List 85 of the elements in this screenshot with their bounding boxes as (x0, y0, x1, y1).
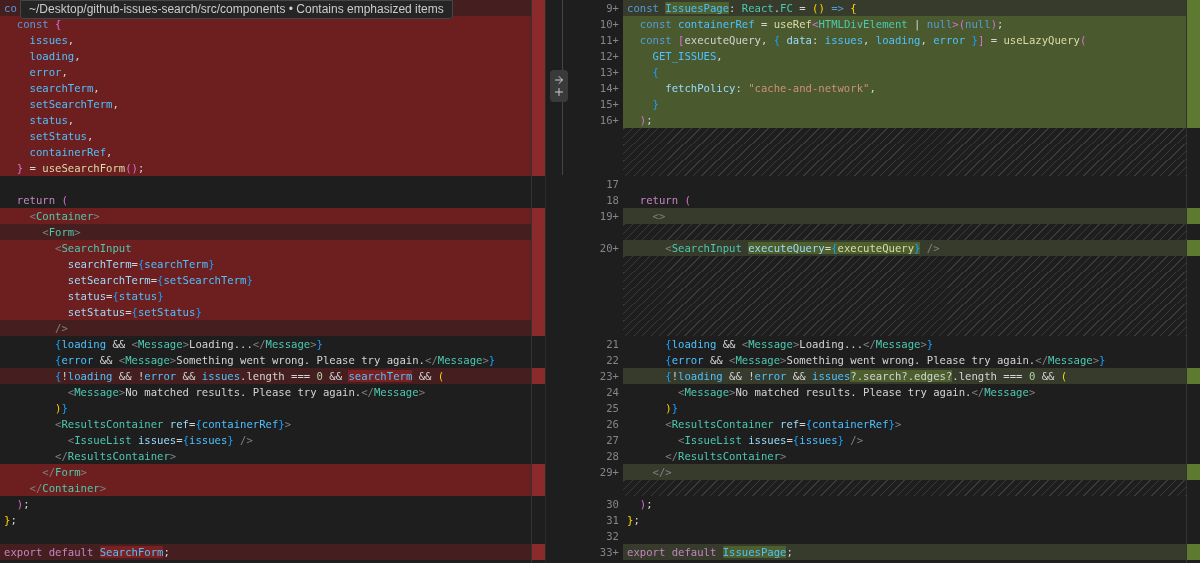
line-number: 18 (606, 194, 619, 206)
line-number: 14+ (599, 82, 619, 94)
code-line: return ( (15, 193, 68, 208)
path-tooltip: ~/Desktop/github-issues-search/src/components • Contains emphasized items (20, 0, 453, 19)
code-line: {error && <Message>Something went wrong. Please try again.</Message>} (664, 353, 1106, 368)
code-line: <IssueList issues={issues} /> (66, 433, 253, 448)
code-line: issues, (28, 33, 75, 48)
code-line: <Message>No matched results. Please try again.</Message> (677, 385, 1036, 400)
code-line: searchTerm, (28, 81, 100, 96)
line-number: 11+ (599, 34, 619, 46)
code-line: { (651, 65, 659, 80)
line-number: 19+ (599, 210, 619, 222)
code-line: } = useSearchForm(); (15, 161, 145, 176)
line-number: 9+ (606, 2, 619, 14)
code-line: const IssuesPage: React.FC = () => { (627, 1, 857, 16)
line-number: 30 (606, 498, 619, 510)
code-line: setStatus={setStatus} (66, 305, 202, 320)
code-line: error, (28, 65, 68, 80)
line-number: 13+ (599, 66, 619, 78)
code-line: <SearchInput executeQuery={executeQuery} /> (664, 241, 940, 256)
line-number: 27 (606, 434, 619, 446)
code-line: </Container> (28, 481, 107, 496)
line-number: 24 (606, 386, 619, 398)
code-line: <> (651, 209, 666, 224)
line-number: 15+ (599, 98, 619, 110)
arrow-plus-button[interactable] (550, 70, 568, 102)
code-line: loading, (28, 49, 81, 64)
code-line: setSearchTerm, (28, 97, 119, 112)
line-number: 17 (606, 178, 619, 190)
code-line: const { (15, 17, 62, 32)
code-line: )} (664, 401, 679, 416)
code-line: status, (28, 113, 75, 128)
line-number: 12+ (599, 50, 619, 62)
arrow-right-icon (553, 74, 565, 86)
code-line: ); (638, 113, 653, 128)
line-number: 26 (606, 418, 619, 430)
line-number: 20+ (599, 242, 619, 254)
code-line: setStatus, (28, 129, 94, 144)
line-number: 25 (606, 402, 619, 414)
line-number: 22 (606, 354, 619, 366)
line-number: 33+ (599, 546, 619, 558)
code-line: co (4, 1, 17, 16)
code-line: <IssueList issues={issues} /> (677, 433, 864, 448)
code-line: }; (627, 513, 640, 528)
line-number: 29+ (599, 466, 619, 478)
code-line: searchTerm={searchTerm} (66, 257, 215, 272)
code-line: export default IssuesPage; (627, 545, 793, 560)
line-number: 31 (606, 514, 619, 526)
line-number: 10+ (599, 18, 619, 30)
code-line: </Form> (41, 465, 87, 480)
code-line: export default SearchForm; (4, 545, 170, 560)
code-line: <ResultsContainer ref={containerRef}> (54, 417, 292, 432)
code-line: <Form> (41, 225, 81, 240)
code-line: status={status} (66, 289, 164, 304)
code-line: </> (651, 465, 672, 480)
code-line: fetchPolicy: "cache-and-network", (664, 81, 876, 96)
line-number: 32 (606, 530, 619, 542)
code-line: }; (4, 513, 17, 528)
code-line: {loading && <Message>Loading...</Message>} (54, 337, 323, 352)
code-line: /> (54, 321, 68, 336)
code-line: </ResultsContainer> (664, 449, 787, 464)
code-line: {loading && <Message>Loading...</Message>} (664, 337, 934, 352)
line-number: 23+ (599, 370, 619, 382)
code-line: GET_ISSUES, (651, 49, 723, 64)
code-line: ); (638, 497, 653, 512)
plus-icon (553, 86, 565, 98)
line-number: 16+ (599, 114, 619, 126)
code-line: {error && <Message>Something went wrong. Please try again.</Message>} (54, 353, 496, 368)
code-line: <ResultsContainer ref={containerRef}> (664, 417, 902, 432)
code-line: containerRef, (28, 145, 113, 160)
code-line: return ( (638, 193, 691, 208)
code-line: ); (15, 497, 30, 512)
code-line: } (651, 97, 659, 112)
code-line: <SearchInput (54, 241, 132, 256)
code-line: </ResultsContainer> (54, 449, 177, 464)
code-line: const containerRef = useRef<HTMLDivElement | null>(null); (638, 17, 1004, 32)
code-line: {!loading && !error && issues.length === 0 && searchTerm && ( (54, 369, 445, 384)
code-line: const [executeQuery, { data: issues, loading, error }] = useLazyQuery( (638, 33, 1087, 48)
code-line: <Container> (28, 209, 100, 224)
line-number: 21 (606, 338, 619, 350)
code-line: {!loading && !error && issues?.search?.edges?.length === 0 && ( (664, 369, 1068, 384)
code-line: )} (54, 401, 68, 416)
line-number: 28 (606, 450, 619, 462)
code-line: <Message>No matched results. Please try again.</Message> (66, 385, 426, 400)
code-line: setSearchTerm={setSearchTerm} (66, 273, 253, 288)
